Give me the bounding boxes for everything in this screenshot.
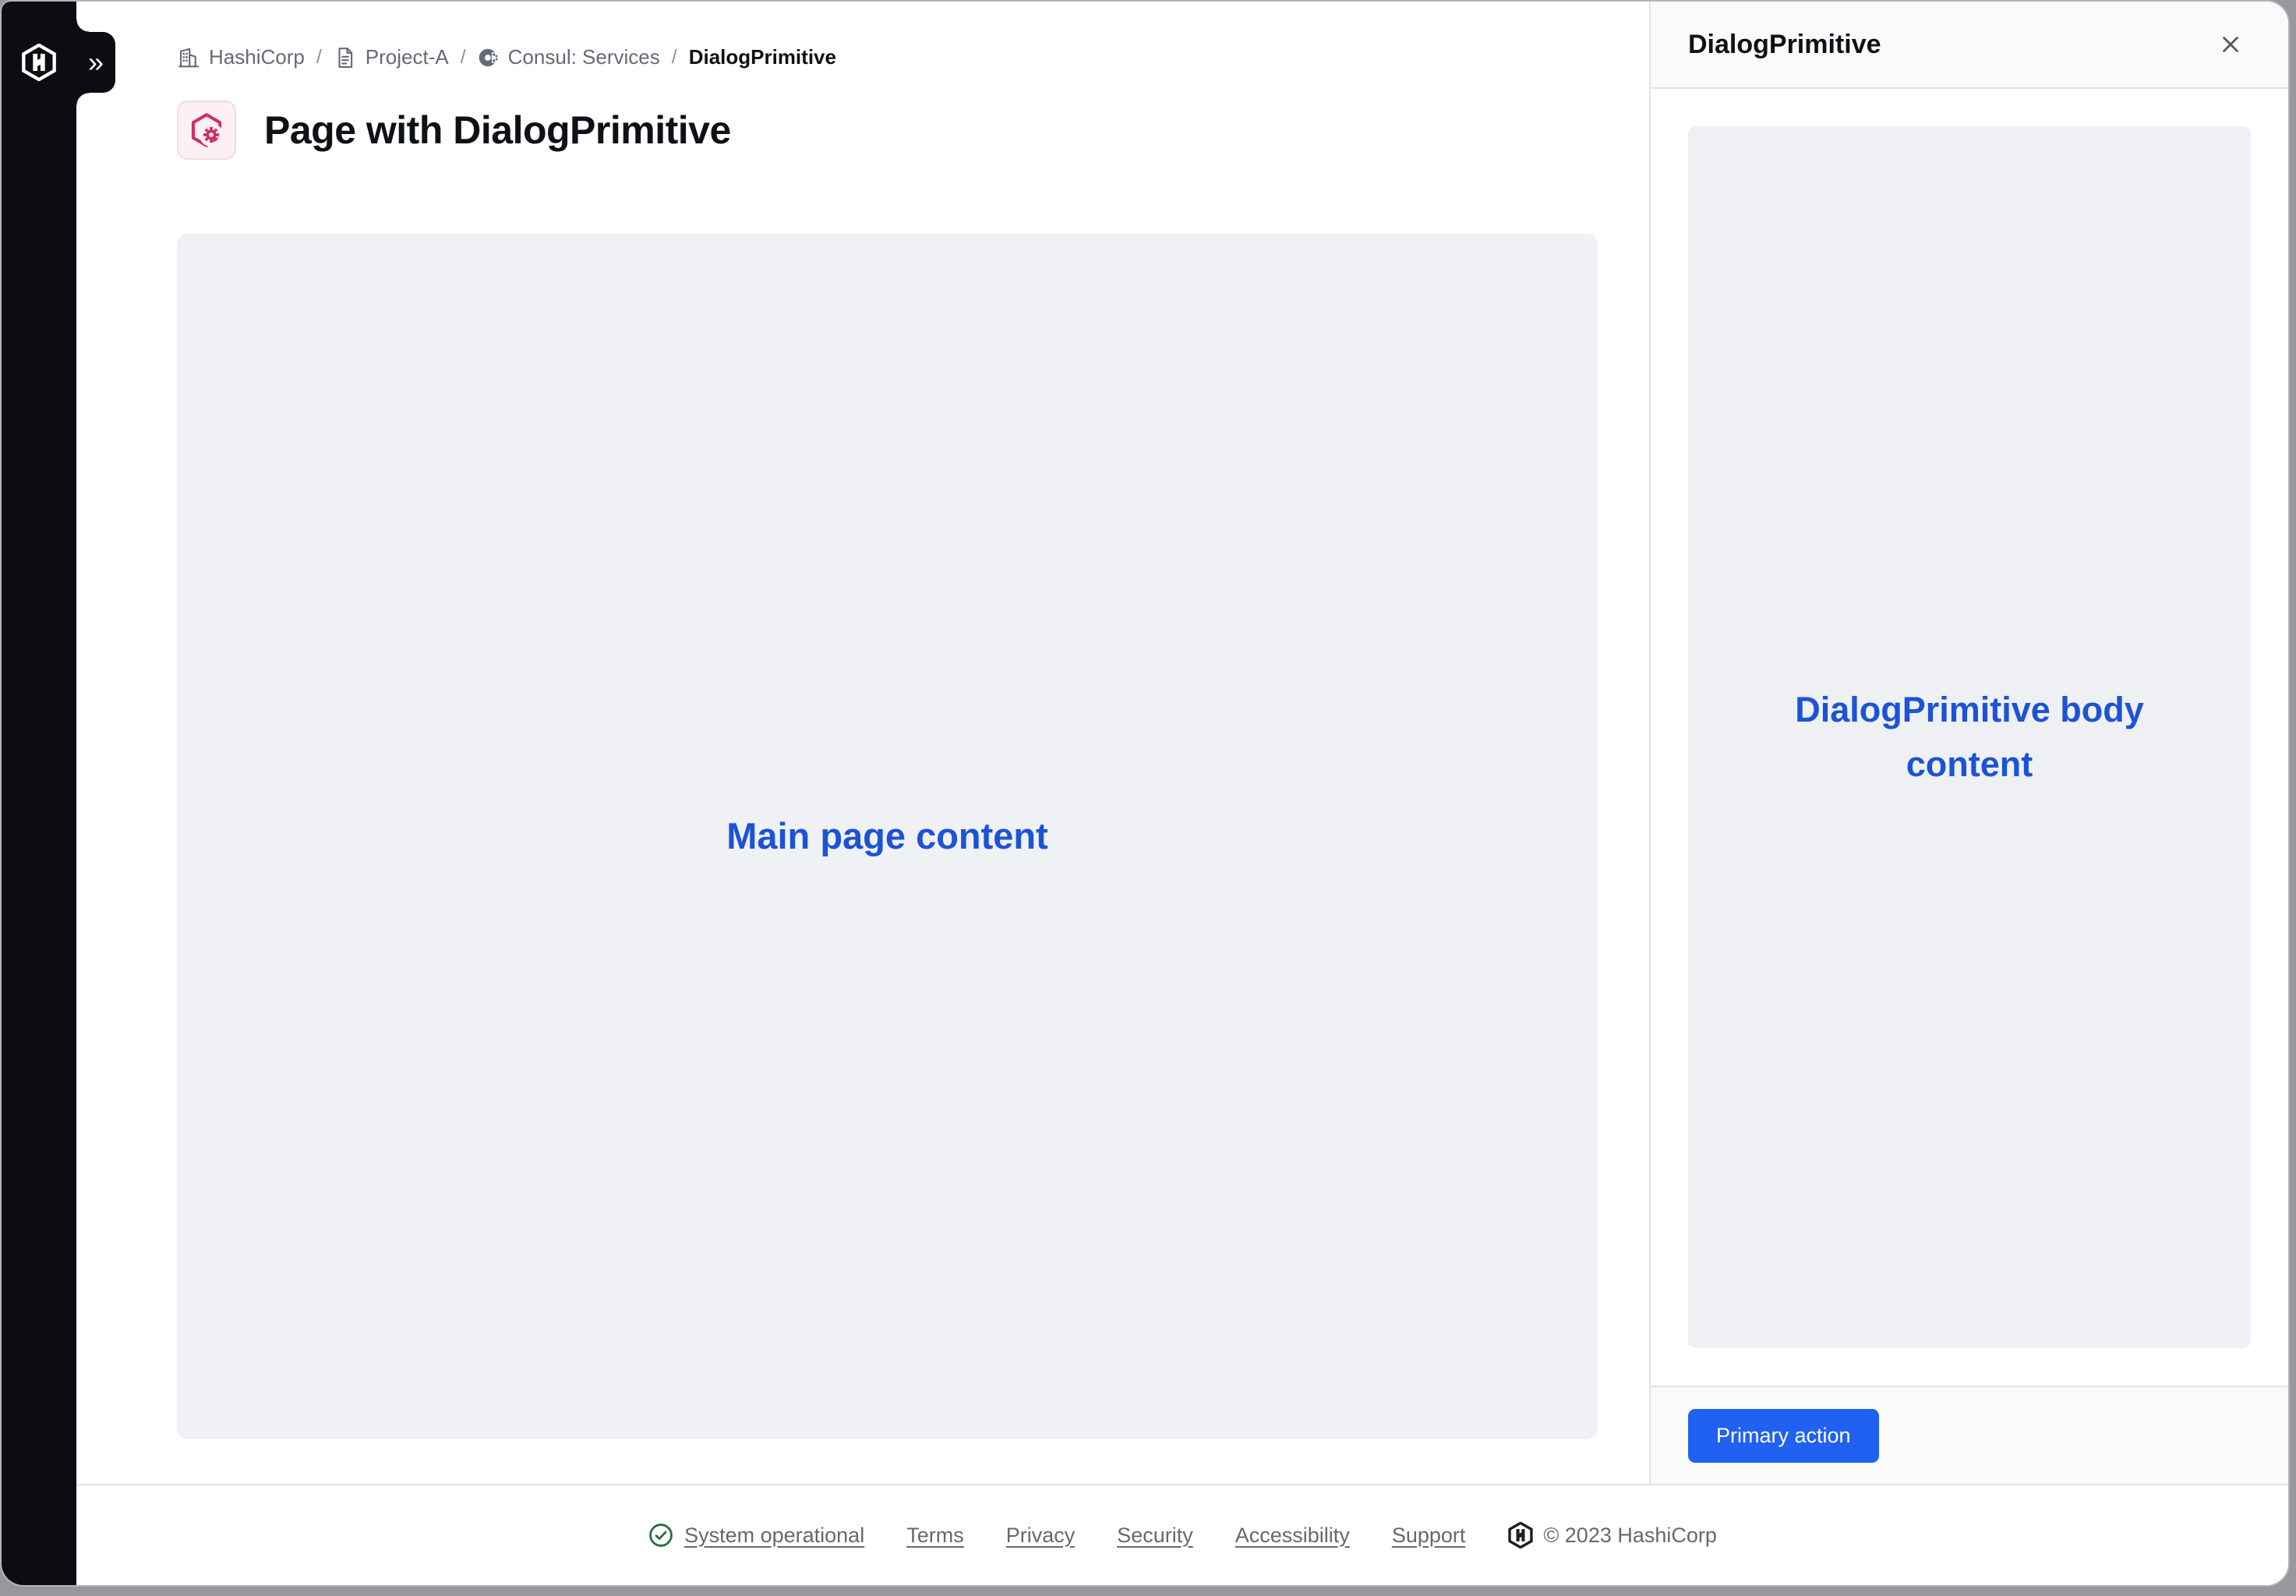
dialog-title: DialogPrimitive xyxy=(1688,30,2212,60)
chevrons-right-icon: » xyxy=(88,46,104,79)
dialog-body-placeholder: DialogPrimitive body content xyxy=(1688,126,2251,1348)
consul-logo-icon xyxy=(478,47,500,69)
breadcrumb-label: HashiCorp xyxy=(209,45,305,69)
hashicorp-logo-icon[interactable] xyxy=(20,44,58,81)
project-doc-icon xyxy=(334,46,357,69)
check-circle-icon xyxy=(648,1522,674,1548)
copyright-text: © 2023 HashiCorp xyxy=(1543,1524,1717,1548)
breadcrumb-separator: / xyxy=(672,46,677,69)
main-area: HashiCorp / Project-A / xyxy=(76,2,1649,1484)
sidebar: » xyxy=(2,2,76,1585)
breadcrumb-separator: / xyxy=(461,46,466,69)
footer-link-support[interactable]: Support xyxy=(1392,1524,1466,1548)
sidebar-expand-button[interactable]: » xyxy=(76,32,115,93)
org-building-icon xyxy=(177,46,200,69)
close-x-icon xyxy=(2217,31,2244,58)
breadcrumb-item-hashicorp[interactable]: HashiCorp xyxy=(177,45,305,69)
footer-link-terms[interactable]: Terms xyxy=(906,1524,964,1548)
app-window: » HashiCorp xyxy=(0,0,2290,1587)
dialog-body-text: DialogPrimitive body content xyxy=(1775,683,2164,792)
breadcrumb-item-consul-services[interactable]: Consul: Services xyxy=(478,45,660,69)
main-content-text: Main page content xyxy=(726,808,1048,865)
breadcrumb-item-project[interactable]: Project-A xyxy=(334,45,449,69)
status-label: System operational xyxy=(684,1524,864,1548)
footer-link-accessibility[interactable]: Accessibility xyxy=(1235,1524,1350,1548)
page-title: Page with DialogPrimitive xyxy=(264,108,731,153)
breadcrumb: HashiCorp / Project-A / xyxy=(177,45,1598,69)
dialog-panel: DialogPrimitive DialogPrimitive body con… xyxy=(1649,2,2288,1484)
breadcrumb-separator: / xyxy=(316,46,322,69)
app-footer: System operational Terms Privacy Securit… xyxy=(76,1484,2288,1585)
footer-copyright: © 2023 HashiCorp xyxy=(1507,1522,1717,1548)
main-content-placeholder: Main page content xyxy=(177,234,1598,1439)
page-header: Page with DialogPrimitive xyxy=(177,101,1598,160)
consul-gear-hexagon-icon xyxy=(177,101,236,160)
breadcrumb-label: Project-A xyxy=(366,45,449,69)
primary-action-button[interactable]: Primary action xyxy=(1688,1409,1879,1463)
system-status-link[interactable]: System operational xyxy=(648,1522,864,1548)
content-column: HashiCorp / Project-A / xyxy=(76,2,2288,1585)
footer-link-privacy[interactable]: Privacy xyxy=(1006,1524,1076,1548)
dialog-header: DialogPrimitive xyxy=(1651,2,2288,89)
footer-link-security[interactable]: Security xyxy=(1117,1524,1193,1548)
breadcrumb-label: Consul: Services xyxy=(508,45,660,69)
content-row: HashiCorp / Project-A / xyxy=(76,2,2288,1484)
breadcrumb-item-current: DialogPrimitive xyxy=(689,45,836,69)
dialog-footer: Primary action xyxy=(1651,1386,2288,1484)
dialog-close-button[interactable] xyxy=(2212,26,2249,63)
dialog-body: DialogPrimitive body content xyxy=(1651,89,2288,1386)
hashicorp-logo-icon xyxy=(1507,1522,1534,1548)
